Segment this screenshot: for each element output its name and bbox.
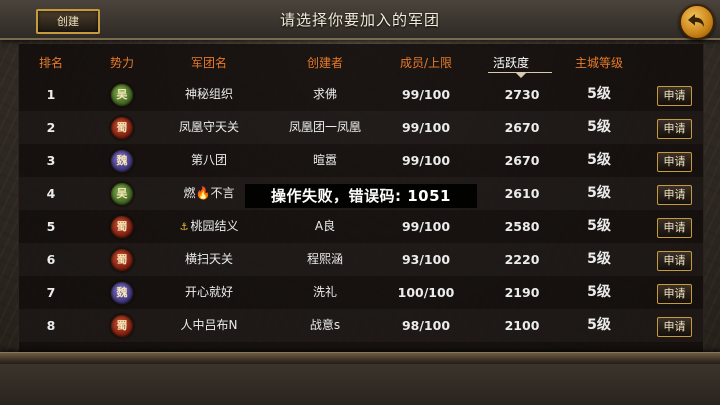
table-row: 5 蜀 ⚓ 桃园结义 A良 99/100 2580 5级 申请 — [19, 210, 703, 243]
rank-cell: 2 — [46, 120, 56, 135]
creator-cell: 洗礼 — [312, 285, 338, 299]
column-header-activity[interactable]: 活跃度 — [493, 54, 529, 71]
column-header-creator[interactable]: 创建者 — [307, 54, 343, 71]
header-bar: 创建 请选择你要加入的军团 — [0, 0, 720, 40]
activity-cell: 2670 — [504, 120, 540, 135]
faction-wei-icon: 魏 — [110, 281, 134, 305]
bottom-area — [0, 364, 720, 405]
city-level-cell: 5级 — [587, 317, 611, 333]
creator-cell: 战意s — [309, 318, 341, 332]
city-level-cell: 5级 — [587, 152, 611, 168]
faction-wu-icon: 吴 — [110, 83, 134, 107]
table-row: 8 蜀 人中吕布N 战意s 98/100 2100 5级 申请 — [19, 309, 703, 342]
apply-button[interactable]: 申请 — [657, 317, 692, 337]
apply-button[interactable]: 申请 — [657, 185, 692, 205]
members-cell: 100/100 — [397, 285, 455, 300]
creator-cell: A良 — [314, 219, 336, 233]
table-row: 3 魏 第八团 暄嚣 99/100 2670 5级 申请 — [19, 144, 703, 177]
back-arrow-icon — [688, 14, 704, 27]
activity-cell: 2100 — [504, 318, 540, 333]
faction-wei-icon: 魏 — [110, 149, 134, 173]
activity-cell: 2670 — [504, 153, 540, 168]
faction-shu-icon: 蜀 — [110, 248, 134, 272]
legion-name-cell: 凤凰守天关 — [179, 111, 239, 144]
back-button[interactable] — [679, 4, 715, 40]
legion-name-text: 神秘组织 — [184, 87, 234, 101]
column-header-members[interactable]: 成员/上限 — [400, 54, 452, 71]
column-header-faction[interactable]: 势力 — [110, 54, 134, 71]
legion-name-text: 凤凰守天关 — [178, 120, 240, 134]
legion-name-text: 人中吕布N — [180, 318, 238, 332]
column-header-rank[interactable]: 排名 — [39, 54, 63, 71]
legion-name-text: 桃园结义 — [190, 219, 239, 233]
members-cell: 98/100 — [401, 318, 451, 333]
legion-name-cell: 开心就好 — [185, 276, 233, 309]
creator-cell: 暄嚣 — [312, 153, 338, 167]
anchor-icon: ⚓ — [179, 222, 189, 233]
apply-button[interactable]: 申请 — [657, 218, 692, 238]
activity-cell: 2220 — [504, 252, 540, 267]
rank-cell: 7 — [46, 285, 56, 300]
apply-button[interactable]: 申请 — [657, 119, 692, 139]
city-level-cell: 5级 — [587, 119, 611, 135]
screen: 创建 请选择你要加入的军团 排名 势力 军团名 创建者 成员/上限 活跃度 主城… — [0, 0, 720, 405]
apply-button[interactable]: 申请 — [657, 284, 692, 304]
members-cell: 99/100 — [401, 153, 451, 168]
members-cell: 99/100 — [401, 120, 451, 135]
page-title: 请选择你要加入的军团 — [279, 11, 440, 29]
legion-name-cell: 人中吕布N — [181, 309, 238, 342]
apply-button[interactable]: 申请 — [657, 251, 692, 271]
rank-cell: 6 — [46, 252, 56, 267]
creator-cell: 程熙涵 — [306, 252, 344, 266]
table-row: 1 吴 神秘组织 求佛 99/100 2730 5级 申请 — [19, 78, 703, 111]
city-level-cell: 5级 — [587, 251, 611, 267]
city-level-cell: 5级 — [587, 218, 611, 234]
activity-cell: 2730 — [504, 87, 540, 102]
city-level-cell: 5级 — [587, 86, 611, 102]
faction-shu-icon: 蜀 — [110, 215, 134, 239]
legion-name-cell: 横扫天关 — [185, 243, 233, 276]
apply-button[interactable]: 申请 — [657, 86, 692, 106]
apply-button[interactable]: 申请 — [657, 152, 692, 172]
rank-cell: 3 — [46, 153, 56, 168]
faction-wu-icon: 吴 — [110, 182, 134, 206]
rank-cell: 4 — [46, 186, 56, 201]
members-cell: 99/100 — [401, 87, 451, 102]
rank-cell: 5 — [46, 219, 56, 234]
faction-shu-icon: 蜀 — [110, 116, 134, 140]
table-row: 2 蜀 凤凰守天关 凤凰团一凤凰 99/100 2670 5级 申请 — [19, 111, 703, 144]
creator-cell: 凤凰团一凤凰 — [288, 120, 362, 134]
column-header-legion-name[interactable]: 军团名 — [191, 54, 227, 71]
legion-name-text: 开心就好 — [184, 285, 234, 299]
members-cell: 93/100 — [401, 252, 451, 267]
members-cell: 99/100 — [401, 219, 451, 234]
legion-name-cell: ⚓ 桃园结义 — [180, 210, 239, 243]
legion-name-cell: 燃🔥不言 — [184, 177, 235, 210]
table-row: 6 蜀 横扫天关 程熙涵 93/100 2220 5级 申请 — [19, 243, 703, 276]
rank-cell: 1 — [46, 87, 56, 102]
table-header: 排名 势力 军团名 创建者 成员/上限 活跃度 主城等级 — [19, 44, 703, 78]
column-header-city-level[interactable]: 主城等级 — [575, 54, 623, 71]
table-row: 7 魏 开心就好 洗礼 100/100 2190 5级 申请 — [19, 276, 703, 309]
city-level-cell: 5级 — [587, 185, 611, 201]
legion-name-text: 燃🔥不言 — [183, 186, 235, 200]
faction-shu-icon: 蜀 — [110, 314, 134, 338]
creator-cell: 求佛 — [312, 87, 338, 101]
activity-cell: 2610 — [504, 186, 540, 201]
legion-name-text: 横扫天关 — [184, 252, 234, 266]
legion-name-cell: 第八团 — [191, 144, 227, 177]
error-toast: 操作失败，错误码: 1051 — [245, 184, 477, 208]
legion-name-cell: 神秘组织 — [185, 78, 233, 111]
rank-cell: 8 — [46, 318, 56, 333]
activity-cell: 2190 — [504, 285, 540, 300]
activity-cell: 2580 — [504, 219, 540, 234]
legion-name-text: 第八团 — [190, 153, 228, 167]
city-level-cell: 5级 — [587, 284, 611, 300]
